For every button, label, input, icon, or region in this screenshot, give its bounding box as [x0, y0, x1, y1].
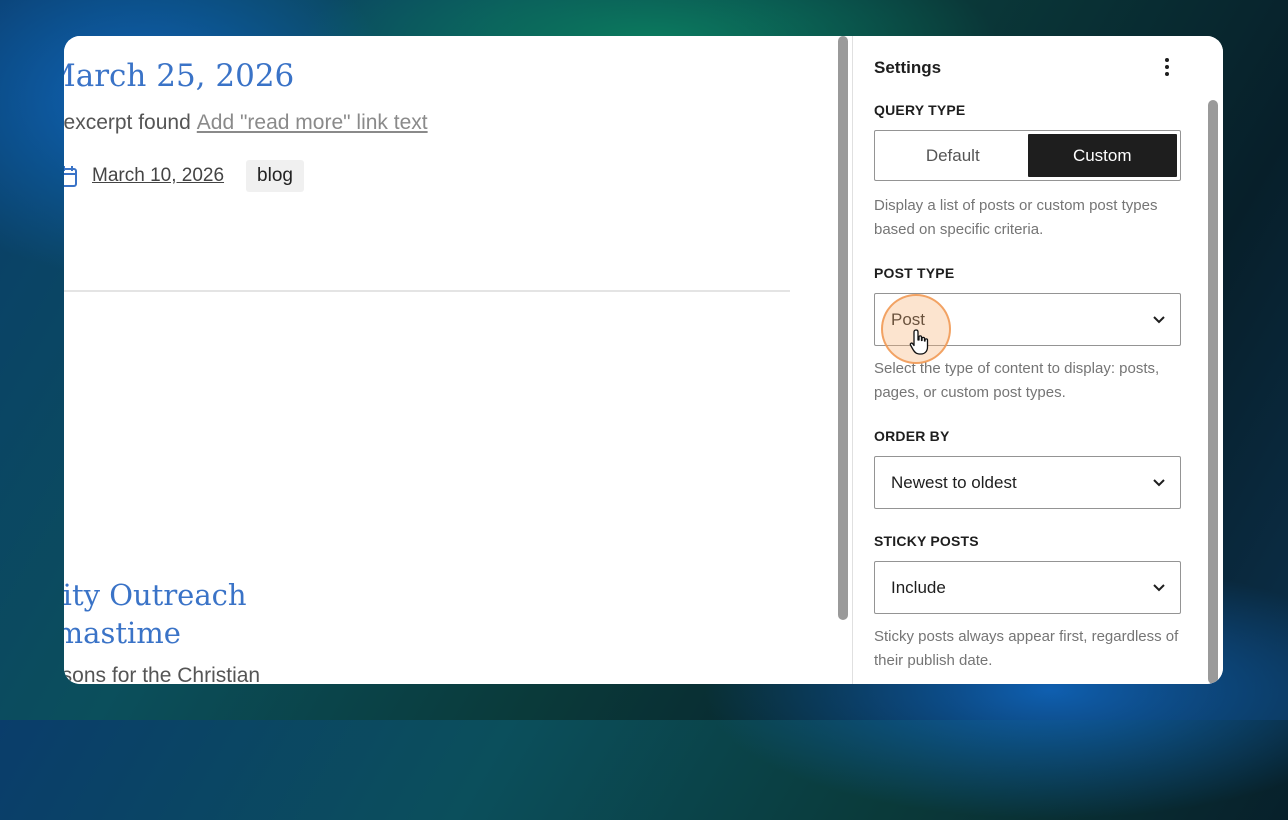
- post-date[interactable]: March 10, 2026: [92, 165, 224, 187]
- query-type-help: Display a list of posts or custom post t…: [874, 197, 1158, 238]
- calendar-icon: [64, 166, 77, 187]
- sticky-posts-help: Sticky posts always appear first, regard…: [874, 628, 1179, 669]
- post-excerpt-2: asons for the Christian: [64, 664, 261, 684]
- post-title-2[interactable]: nity Outreach tmastime: [64, 576, 247, 652]
- query-type-custom-option[interactable]: Custom: [1027, 134, 1177, 177]
- chevron-down-icon: [1153, 479, 1165, 487]
- order-by-select[interactable]: Newest to oldest: [874, 456, 1181, 509]
- post-type-label: POST TYPE: [874, 265, 955, 281]
- editor-window: March 25, 2026 o excerpt found Add "read …: [64, 36, 1223, 684]
- hand-pointer-cursor-icon: [909, 329, 929, 355]
- query-type-label: QUERY TYPE: [874, 102, 966, 118]
- sidebar-scrollbar[interactable]: [1208, 100, 1218, 684]
- query-type-default-option[interactable]: Default: [878, 134, 1028, 177]
- sidebar-title: Settings: [874, 58, 942, 77]
- post-type-help: Select the type of content to display: p…: [874, 360, 1160, 401]
- chevron-down-icon: [1153, 316, 1165, 324]
- post-title[interactable]: March 25, 2026: [64, 58, 294, 94]
- sticky-posts-value: Include: [891, 577, 946, 597]
- sticky-posts-select[interactable]: Include: [874, 561, 1181, 614]
- canvas-scrollbar[interactable]: [838, 36, 848, 620]
- post-title-2-line1: nity Outreach: [64, 578, 247, 612]
- post-excerpt: o excerpt found Add "read more" link text: [64, 111, 428, 135]
- order-by-label: ORDER BY: [874, 428, 950, 444]
- post-meta: March 10, 2026 blog: [64, 160, 304, 192]
- query-type-toggle: Default Custom: [874, 130, 1181, 181]
- post-tag[interactable]: blog: [246, 160, 304, 192]
- post-title-2-line2: tmastime: [64, 616, 181, 650]
- sticky-posts-label: STICKY POSTS: [874, 533, 979, 549]
- post-separator: [64, 290, 790, 292]
- read-more-link[interactable]: Add "read more" link text: [197, 111, 428, 134]
- more-options-icon[interactable]: [1157, 54, 1177, 80]
- excerpt-text: o excerpt found: [64, 111, 191, 134]
- order-by-value: Newest to oldest: [891, 472, 1017, 492]
- editor-canvas: March 25, 2026 o excerpt found Add "read …: [64, 36, 840, 684]
- chevron-down-icon: [1153, 584, 1165, 592]
